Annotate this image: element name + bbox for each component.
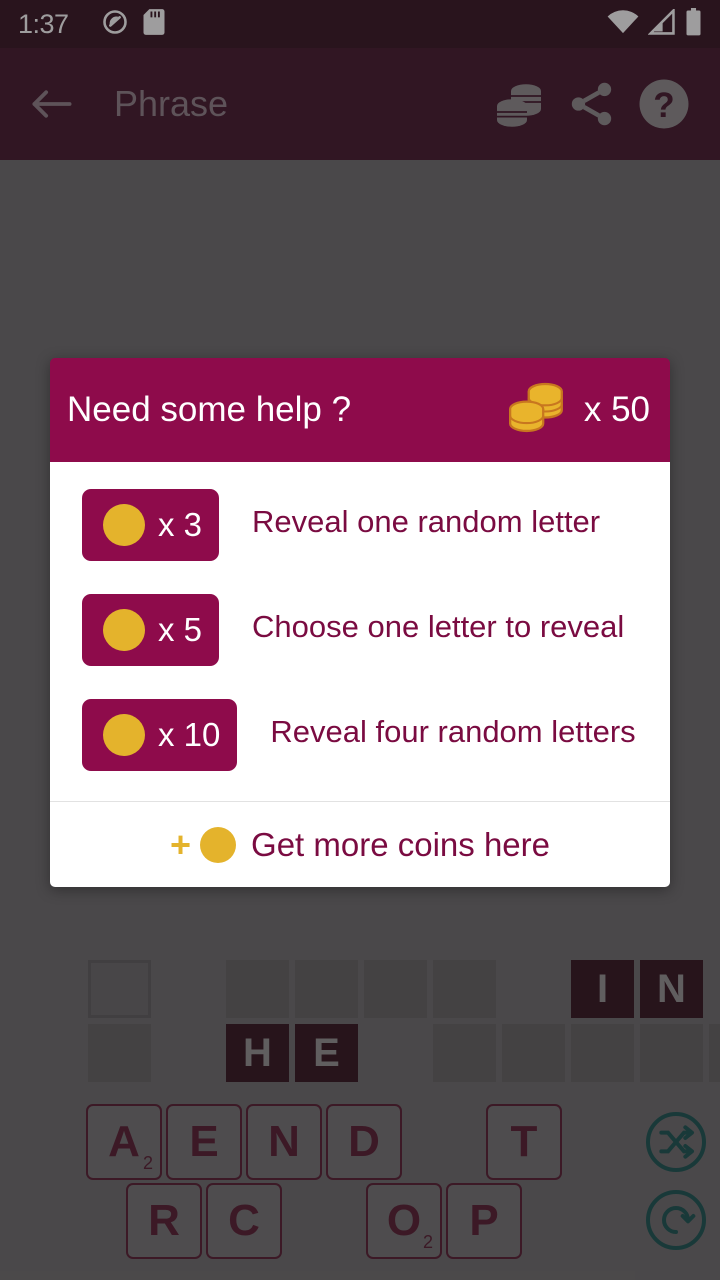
coin-icon [103,504,145,546]
coin-icon [103,714,145,756]
app-screen: IN HE A2ENDT RCO2P 1:37 Phrase ? Need so… [0,0,720,1280]
dialog-body: x 3 Reveal one random letter x 5 Choose one… [50,462,670,801]
get-more-coins-button[interactable]: + Get more coins here [50,802,670,887]
help-option-description: Reveal one random letter [252,504,601,539]
cost-label: x 10 [158,716,221,753]
cost-label: x 5 [158,611,203,648]
cost-badge[interactable]: x 10 [82,699,238,771]
help-option-description: Reveal four random letters [270,714,636,749]
cost-badge[interactable]: x 5 [82,594,220,666]
header-coin-count: x 50 [583,390,650,429]
cost-badge[interactable]: x 3 [82,489,220,561]
coin-stack-icon [506,380,568,441]
get-more-coins-label: Get more coins here [251,825,550,863]
help-option-3[interactable]: x 10 Reveal four random letters [50,699,670,771]
help-options-list: x 3 Reveal one random letter x 5 Choose one… [50,489,670,771]
help-dialog: Need some help ? x 50 x 3 Reveal one rand… [50,358,670,887]
help-option-description: Choose one letter to reveal [252,609,625,644]
help-option-1[interactable]: x 3 Reveal one random letter [50,489,670,561]
plus-icon: + [170,823,192,865]
dialog-title: Need some help ? [67,390,352,429]
dialog-header: Need some help ? x 50 [50,358,670,462]
help-option-2[interactable]: x 5 Choose one letter to reveal [50,594,670,666]
cost-label: x 3 [158,506,203,543]
coin-icon [103,609,145,651]
coin-icon [200,826,237,863]
